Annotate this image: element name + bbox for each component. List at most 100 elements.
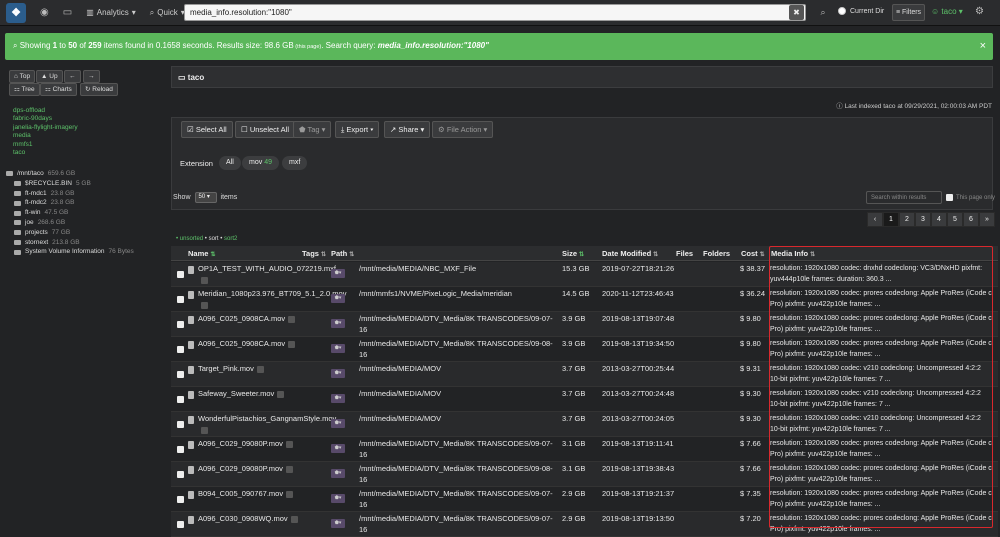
select-all-button[interactable]: ☑ Select All xyxy=(181,121,233,138)
row-checkbox[interactable] xyxy=(177,496,184,503)
page-prev[interactable]: ‹ xyxy=(867,212,883,227)
ext-filter-all[interactable]: All xyxy=(219,156,241,170)
table-row[interactable]: OP1A_TEST_WITH_AUDIO_072219.mxf ⬟▾ /mnt/me… xyxy=(171,262,998,287)
col-folders[interactable]: Folders xyxy=(703,249,730,258)
row-checkbox[interactable] xyxy=(177,271,184,278)
col-date[interactable]: Date Modified ⇅ xyxy=(602,249,658,258)
file-name[interactable]: A096_C029_09080P.mov xyxy=(198,463,302,474)
sort2-link[interactable]: sort2 xyxy=(224,236,237,242)
page-4[interactable]: 4 xyxy=(931,212,947,227)
table-row[interactable]: A096_C029_09080P.mov ⬟▾ /mnt/media/MEDIA/D… xyxy=(171,437,998,462)
table-row[interactable]: A096_C029_09080P.mov ⬟▾ /mnt/media/MEDIA/D… xyxy=(171,462,998,487)
tag-icon[interactable]: ⬟▾ xyxy=(331,494,345,503)
file-path[interactable]: /mnt/media/MEDIA/MOV xyxy=(359,388,559,399)
unselect-all-button[interactable]: ☐ Unselect All xyxy=(235,121,296,138)
quick-menu[interactable]: ⌕ Quick ▾ xyxy=(150,8,185,18)
file-name[interactable]: A096_C025_0908CA.mov xyxy=(198,338,302,349)
row-checkbox[interactable] xyxy=(177,371,184,378)
file-name[interactable]: B094_C005_090767.mov xyxy=(198,488,302,499)
file-name-text[interactable]: A096_C025_0908CA.mov xyxy=(198,314,285,323)
file-name-text[interactable]: Safeway_Sweeter.mov xyxy=(198,389,274,398)
file-name-text[interactable]: Meridian_1080p23.976_BT709_5.1_2.0.mov xyxy=(198,289,346,298)
index-item[interactable]: taco xyxy=(13,149,78,157)
share-button[interactable]: ↗ Share ▾ xyxy=(384,121,431,138)
copy-icon[interactable] xyxy=(285,440,293,448)
table-row[interactable]: A096_C025_0908CA.mov ⬟▾ /mnt/media/MEDIA/D… xyxy=(171,337,998,362)
copy-icon[interactable] xyxy=(290,515,298,523)
col-cost[interactable]: Cost ⇅ xyxy=(741,249,765,258)
page-3[interactable]: 3 xyxy=(915,212,931,227)
top-button[interactable]: ⌂ Top xyxy=(9,70,36,83)
col-path[interactable]: Path ⇅ xyxy=(331,249,354,258)
row-checkbox[interactable] xyxy=(177,396,184,403)
page-size-select[interactable]: 50 ▾ xyxy=(194,192,217,203)
tree-row[interactable]: /mnt/taco 659.6 GB xyxy=(6,169,161,179)
ext-filter-mxf[interactable]: mxf xyxy=(282,156,308,170)
file-name-text[interactable]: OP1A_TEST_WITH_AUDIO_072219.mxf xyxy=(198,264,336,273)
up-button[interactable]: ▲ Up xyxy=(36,70,63,83)
tree-row[interactable]: stornext 213.8 GB xyxy=(6,238,161,248)
tag-icon[interactable]: ⬟▾ xyxy=(331,319,345,328)
copy-icon[interactable] xyxy=(277,390,285,398)
row-checkbox[interactable] xyxy=(177,421,184,428)
file-name[interactable]: A096_C025_0908CA.mov xyxy=(198,313,302,324)
row-checkbox[interactable] xyxy=(177,296,184,303)
file-name-text[interactable]: A096_C030_0908WQ.mov xyxy=(198,514,288,523)
file-action-button[interactable]: ⚙ File Action ▾ xyxy=(432,121,494,138)
file-name-text[interactable]: B094_C005_090767.mov xyxy=(198,489,283,498)
folder-icon[interactable]: ▭ xyxy=(63,7,72,18)
copy-icon[interactable] xyxy=(201,301,208,309)
copy-icon[interactable] xyxy=(201,426,208,434)
page-5[interactable]: 5 xyxy=(947,212,963,227)
tag-icon[interactable]: ⬟▾ xyxy=(331,444,345,453)
charts-button[interactable]: ⚏ Charts xyxy=(40,83,77,96)
close-icon[interactable]: × xyxy=(980,40,986,52)
file-name[interactable]: WonderfulPistachios_GangnamStyle.mov xyxy=(198,413,336,435)
row-checkbox[interactable] xyxy=(177,471,184,478)
tag-icon[interactable]: ⬟▾ xyxy=(331,269,345,278)
file-path[interactable]: /mnt/media/MEDIA/MOV xyxy=(359,363,559,374)
tree-row[interactable]: System Volume Information 76 Bytes xyxy=(6,247,161,257)
row-checkbox[interactable] xyxy=(177,446,184,453)
copy-icon[interactable] xyxy=(256,365,264,373)
table-row[interactable]: Meridian_1080p23.976_BT709_5.1_2.0.mov ⬟▾… xyxy=(171,287,998,312)
file-name-text[interactable]: A096_C029_09080P.mov xyxy=(198,439,283,448)
tag-icon[interactable]: ⬟▾ xyxy=(331,344,345,353)
index-item[interactable]: media xyxy=(13,132,78,140)
file-path[interactable]: /mnt/media/MEDIA/DTV_Media/8K TRANSCODES… xyxy=(359,313,559,335)
tree-row[interactable]: ft-mdc1 23.8 GB xyxy=(6,189,161,199)
file-name[interactable]: A096_C029_09080P.mov xyxy=(198,438,302,449)
file-path[interactable]: /mnt/media/MEDIA/DTV_Media/8K TRANSCODES… xyxy=(359,513,559,535)
table-row[interactable]: A096_C025_0908CA.mov ⬟▾ /mnt/media/MEDIA/D… xyxy=(171,312,998,337)
col-name[interactable]: Name ⇅ xyxy=(188,249,215,258)
file-name[interactable]: OP1A_TEST_WITH_AUDIO_072219.mxf xyxy=(198,263,336,285)
forward-button[interactable]: → xyxy=(83,70,100,83)
current-dir-toggle[interactable]: Current Dir xyxy=(838,7,884,15)
file-path[interactable]: /mnt/media/MEDIA/DTV_Media/8K TRANSCODES… xyxy=(359,438,559,460)
reload-button[interactable]: ↻ Reload xyxy=(80,83,118,96)
tag-icon[interactable]: ⬟▾ xyxy=(331,519,345,528)
tree-row[interactable]: projects 77 GB xyxy=(6,228,161,238)
tag-button[interactable]: ⬟ Tag ▾ xyxy=(293,121,332,138)
file-name-text[interactable]: Target_Pink.mov xyxy=(198,364,254,373)
page-2[interactable]: 2 xyxy=(899,212,915,227)
copy-icon[interactable] xyxy=(288,315,296,323)
table-row[interactable]: Target_Pink.mov ⬟▾ /mnt/media/MEDIA/MOV 3.7… xyxy=(171,362,998,387)
file-path[interactable]: /mnt/media/MEDIA/DTV_Media/8K TRANSCODES… xyxy=(359,463,559,485)
file-name[interactable]: Target_Pink.mov xyxy=(198,363,302,374)
ext-filter-mov[interactable]: mov 49 xyxy=(242,156,279,170)
table-row[interactable]: Safeway_Sweeter.mov ⬟▾ /mnt/media/MEDIA/MO… xyxy=(171,387,998,412)
file-name[interactable]: A096_C030_0908WQ.mov xyxy=(198,513,302,524)
tag-icon[interactable]: ⬟▾ xyxy=(331,294,345,303)
file-path[interactable]: /mnt/media/MEDIA/NBC_MXF_File xyxy=(359,263,559,274)
index-item[interactable]: fabric-90days xyxy=(13,115,78,123)
app-logo[interactable]: ❖ xyxy=(6,2,26,23)
sort-link-label[interactable]: unsorted xyxy=(180,236,203,242)
tag-icon[interactable]: ⬟▾ xyxy=(331,469,345,478)
index-item[interactable]: dps-offload xyxy=(13,107,78,115)
index-item[interactable]: mmfs1 xyxy=(13,141,78,149)
copy-icon[interactable] xyxy=(288,340,296,348)
file-path[interactable]: /mnt/mmfs1/NVME/PixeLogic_Media/meridian xyxy=(359,288,559,299)
row-checkbox[interactable] xyxy=(177,346,184,353)
copy-icon[interactable] xyxy=(201,276,208,284)
